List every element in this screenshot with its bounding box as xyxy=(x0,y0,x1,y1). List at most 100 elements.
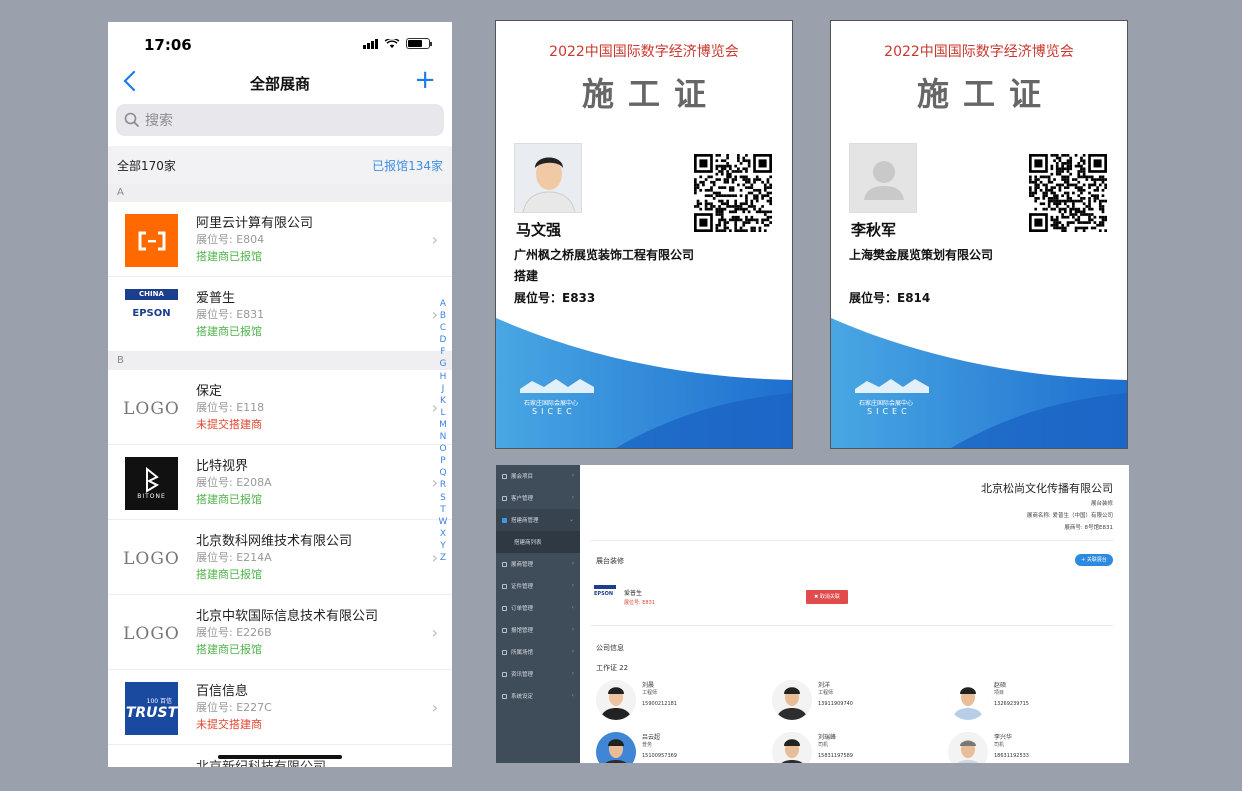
index-letter[interactable]: K xyxy=(437,395,449,407)
list-item[interactable]: LOGO 北京中软国际信息技术有限公司 展位号: E226B 搭建商已报馆 › xyxy=(108,595,452,670)
pass-title: 施工证 xyxy=(916,75,1055,113)
index-letter[interactable]: R xyxy=(437,479,449,491)
exhibitor-booth: 展位号: E831 xyxy=(624,600,655,606)
admin-panel: 展会项目 ‹ 客户管理 ‹ 搭建商管理 ⌄ 搭建商列表 展商管理 ‹ 证件管理 ‹ 订单管… xyxy=(496,465,1129,763)
status-label: 搭建商已报馆 xyxy=(196,568,262,581)
status-bar: 17:06 xyxy=(108,22,452,66)
chevron-left-icon: ‹ xyxy=(571,604,574,611)
index-letter[interactable]: W xyxy=(437,516,449,528)
list-item[interactable]: 100 百信 TRUST 百信信息 展位号: E227C 未提交搭建商 › xyxy=(108,670,452,745)
worker-phone: 18631192533 xyxy=(994,753,1029,759)
epson-china-band: CHINA xyxy=(125,289,178,300)
search-input[interactable]: 搜索 xyxy=(116,104,444,136)
index-letter[interactable]: G xyxy=(437,358,449,370)
chevron-right-icon: › xyxy=(431,623,438,642)
index-letter[interactable]: M xyxy=(437,419,449,431)
index-letter[interactable]: T xyxy=(437,504,449,516)
search-icon xyxy=(124,112,140,128)
sidebar-item-builders[interactable]: 搭建商管理 ⌄ xyxy=(496,509,580,531)
logo-word: LOGO xyxy=(123,548,180,569)
registered-count-link[interactable]: 已报馆134家 xyxy=(372,157,443,174)
worker-card[interactable]: 赵硕 项目 13269239715 xyxy=(948,680,1108,726)
worker-name: 吕云超 xyxy=(642,734,661,741)
worker-role: 普务 xyxy=(642,742,653,748)
placeholder-logo: LOGO xyxy=(123,382,179,435)
worker-card[interactable]: 李兴华 司机 18631192533 xyxy=(948,732,1108,763)
booth-number: 展位号：E833 xyxy=(514,291,596,305)
worker-card[interactable]: 刘洋 工程师 13911909740 xyxy=(772,680,932,726)
list-item[interactable]: 阿里云计算有限公司 展位号: E804 搭建商已报馆 › xyxy=(108,202,452,277)
booth-number: 展位号: E208A xyxy=(196,476,272,489)
sidebar-subitem-builder-list[interactable]: 搭建商列表 xyxy=(496,531,580,553)
worker-phone: 15100957369 xyxy=(642,753,677,759)
sidebar-item-label: 展会项目 xyxy=(511,474,534,480)
sidebar-item-label: 订单管理 xyxy=(511,606,534,612)
unlink-button[interactable]: ✖ 取消关联 xyxy=(806,590,848,604)
exhibitor-name: 百信信息 xyxy=(196,684,249,699)
index-letter[interactable]: A xyxy=(437,298,449,310)
index-letter[interactable]: L xyxy=(437,407,449,419)
alphabet-index[interactable]: ABCDFGHJKLMNOPQRSTWXYZ xyxy=(437,298,449,564)
phone-screen: 17:06 全部展商 + 搜索 全部170家 已报馆134家 A 阿里云计算有限… xyxy=(108,22,452,767)
menu-icon xyxy=(502,605,507,611)
index-letter[interactable]: S xyxy=(437,492,449,504)
worker-card[interactable]: 刘瑞峰 司机 15831197589 xyxy=(772,732,932,763)
sidebar-item-exhibitors[interactable]: 展商管理 ‹ xyxy=(496,553,580,575)
role-label: 搭建 xyxy=(514,269,539,283)
list-item[interactable]: CHINA EPSON 爱普生 展位号: E831 搭建商已报馆 › xyxy=(108,277,452,352)
index-letter[interactable]: Q xyxy=(437,467,449,479)
epson-wordmark: EPSON xyxy=(132,308,171,319)
index-letter[interactable]: C xyxy=(437,322,449,334)
link-booth-button[interactable]: + 关联展台 xyxy=(1075,554,1113,566)
booth-number: 展位号: E118 xyxy=(196,401,265,414)
exhibitor-name: 北京中软国际信息技术有限公司 xyxy=(196,609,379,624)
index-letter[interactable]: N xyxy=(437,431,449,443)
sidebar-item-customers[interactable]: 客户管理 ‹ xyxy=(496,487,580,509)
booth-number: 展位号: E214A xyxy=(196,551,272,564)
divider xyxy=(590,540,1113,541)
worker-card[interactable]: 刘晨 工程师 15900212181 xyxy=(596,680,756,726)
index-letter[interactable]: P xyxy=(437,455,449,467)
status-label: 搭建商已报馆 xyxy=(196,325,262,338)
search-placeholder: 搜索 xyxy=(145,113,173,129)
index-letter[interactable]: J xyxy=(437,383,449,395)
status-label: 搭建商已报馆 xyxy=(196,643,262,656)
home-indicator[interactable] xyxy=(218,755,342,759)
sidebar-item-certificates[interactable]: 证件管理 ‹ xyxy=(496,575,580,597)
company-name: 上海樊金展览策划有限公司 xyxy=(849,248,994,262)
cert-count: 工作证 22 xyxy=(596,664,629,672)
add-button[interactable]: + xyxy=(414,66,436,94)
venue-name: 石家庄国际会展中心 xyxy=(524,400,579,407)
sidebar-item-venues[interactable]: 所属场馆 ‹ xyxy=(496,641,580,663)
chevron-right-icon: › xyxy=(431,230,438,249)
index-letter[interactable]: O xyxy=(437,443,449,455)
avatar xyxy=(772,680,812,720)
sidebar-item-orders[interactable]: 订单管理 ‹ xyxy=(496,597,580,619)
sidebar-item-projects[interactable]: 展会项目 ‹ xyxy=(496,465,580,487)
avatar xyxy=(948,680,988,720)
list-item[interactable]: LOGO 保定 展位号: E118 未提交搭建商 › xyxy=(108,370,452,445)
index-letter[interactable]: Y xyxy=(437,540,449,552)
index-letter[interactable]: Z xyxy=(437,552,449,564)
index-letter[interactable]: D xyxy=(437,334,449,346)
construction-pass-2: 2022中国国际数字经济博览会 施工证 李秋军 上海樊金展览策划有限公司 展位号… xyxy=(830,20,1128,449)
list-item[interactable]: LOGO 北京数科网维技术有限公司 展位号: E214A 搭建商已报馆 › xyxy=(108,520,452,595)
sidebar-item-settings[interactable]: 系统设定 ‹ xyxy=(496,685,580,707)
sidebar-item-news[interactable]: 资讯管理 ‹ xyxy=(496,663,580,685)
person-photo xyxy=(514,143,582,213)
trust-logo: 100 百信 TRUST xyxy=(125,682,178,735)
sidebar-item-registration[interactable]: 报馆管理 ‹ xyxy=(496,619,580,641)
index-letter[interactable]: B xyxy=(437,310,449,322)
index-letter[interactable]: X xyxy=(437,528,449,540)
list-item[interactable]: BITONE 比特视界 展位号: E208A 搭建商已报馆 › xyxy=(108,445,452,520)
worker-name: 李兴华 xyxy=(994,734,1013,741)
worker-card[interactable]: 吕云超 普务 15100957369 xyxy=(596,732,756,763)
index-letter[interactable]: F xyxy=(437,346,449,358)
gear-icon xyxy=(502,693,507,699)
epson-wordmark: EPSON xyxy=(594,591,614,597)
worker-phone: 13911909740 xyxy=(818,701,853,707)
expo-name: 2022中国国际数字经济博览会 xyxy=(884,44,1074,60)
index-letter[interactable]: H xyxy=(437,371,449,383)
main-content: 北京松尚文化传播有限公司 展台装修 展商名称: 爱普生（中国）有限公司 展商号:… xyxy=(590,470,1113,763)
summary-bar: 全部170家 已报馆134家 xyxy=(108,146,452,184)
